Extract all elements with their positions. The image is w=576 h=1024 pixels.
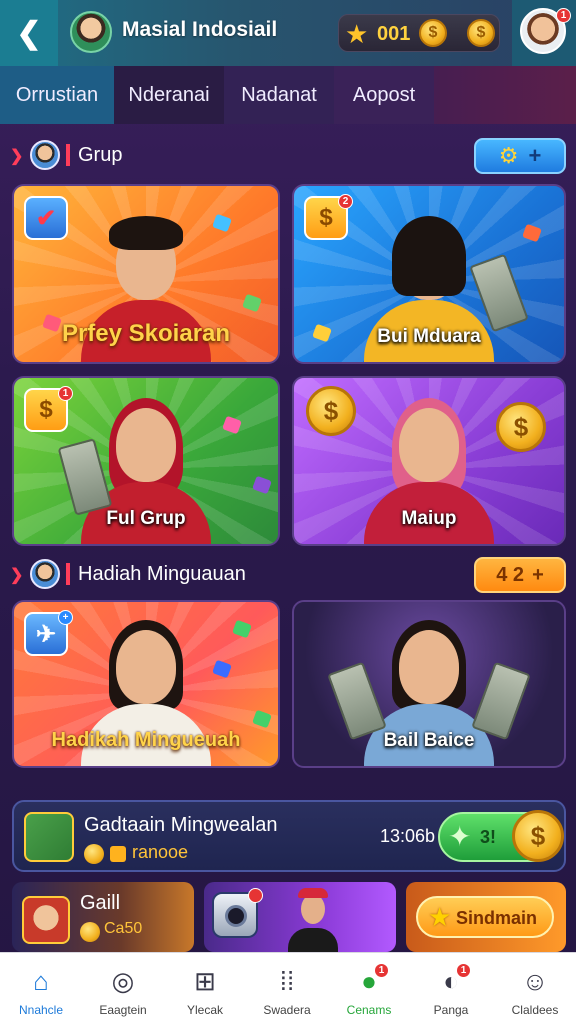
notification-badge: 1 (58, 386, 73, 401)
card-label: Hadikah Mingueuah (51, 729, 241, 751)
nav-item-games[interactable]: ◐ 1 Panga (410, 953, 492, 1024)
counter-value: 4 2 (496, 563, 525, 586)
card-label: Ful Grup (106, 508, 186, 529)
coin-icon: $ (419, 19, 447, 47)
section-title: Hadiah Minguauan (78, 563, 246, 585)
coin-icon: $ (306, 386, 356, 436)
chevron-left-icon: ❮ (16, 16, 42, 50)
tab-nadanat[interactable]: Nadanat (224, 66, 334, 124)
gear-icon: ⚙ (498, 143, 519, 168)
coin-icon (80, 922, 100, 942)
section-header-hadiah: ❯ Hadiah Minguauan 4 2 + (0, 553, 576, 597)
settings-add-button[interactable]: ⚙ + (474, 138, 566, 174)
nav-label: Swadera (263, 1003, 311, 1017)
weekly-subtitle: ranooe (132, 842, 189, 862)
home-icon: ⌂ (33, 965, 49, 996)
group-card[interactable]: $ $ Maiup (292, 376, 566, 546)
weekly-thumbnail (24, 812, 74, 862)
gail-subtitle: Ca50 (104, 920, 143, 937)
tab-aopost[interactable]: Aopost (334, 66, 434, 124)
grid-icon: ⁞⁞ (279, 965, 295, 996)
location-icon: ◎ (111, 965, 135, 996)
person-image (288, 888, 338, 952)
section-title: Grup (78, 144, 123, 166)
card-label: Prfey Skoiaran (61, 320, 231, 347)
promo-button[interactable]: ★ Sindmain (416, 896, 554, 938)
reward-card[interactable]: Bail Baice (292, 600, 566, 768)
promo-button-label: Sindmain (456, 908, 538, 928)
gift-icon (110, 846, 126, 862)
claim-button-label: 3! (480, 827, 497, 847)
avatar (22, 896, 70, 944)
notification-badge: 1 (374, 963, 389, 978)
bottom-navigation: ⌂ Nnahcle ◎ Eaagtein ⊞ Ylecak ⁞⁞ Swadera… (0, 952, 576, 1024)
coin-icon: $ (512, 810, 564, 862)
star-icon: ★ (345, 19, 369, 49)
counter-button[interactable]: 4 2 + (474, 557, 566, 593)
section-accent-bar (66, 144, 70, 166)
plus-icon: + (528, 143, 542, 168)
plus-icon: + (532, 563, 544, 586)
group-card[interactable]: $ 1 Ful Grup (12, 376, 280, 546)
user-icon: ☺ (521, 965, 549, 996)
nav-label: Claldees (511, 1003, 559, 1017)
nav-label: Ylecak (186, 1003, 224, 1017)
group-card[interactable]: $ 2 Bui Mduara (292, 184, 566, 364)
card-label: Bail Baice (383, 730, 475, 751)
chevron-right-icon: ❯ (10, 148, 24, 165)
page-title: Masial Indosiail (122, 18, 278, 41)
section-accent-bar (66, 563, 70, 585)
weekly-title: Gadtaain Mingwealan (84, 814, 278, 836)
gail-title: Gaill (80, 892, 121, 914)
nav-label: Cenams (346, 1003, 392, 1017)
nav-label: Nnahcle (18, 1003, 64, 1017)
card-label: Maiup (401, 508, 457, 529)
avatar (30, 559, 60, 589)
nav-item-chat[interactable]: ● 1 Cenams (328, 953, 410, 1024)
group-avatar[interactable] (70, 11, 112, 53)
notification-badge: 2 (338, 194, 353, 209)
back-button[interactable]: ❮ (0, 0, 58, 66)
notification-badge: 1 (556, 8, 571, 23)
tab-orrustian[interactable]: Orrustian (0, 66, 114, 124)
profile-button[interactable]: 1 (512, 0, 576, 66)
media-card[interactable] (204, 882, 396, 952)
nav-item-apps[interactable]: ⁞⁞ Swadera (246, 953, 328, 1024)
notification-badge: 1 (456, 963, 471, 978)
coin-icon: $ (467, 19, 495, 47)
weekly-time: 13:06b (380, 826, 436, 846)
avatar (30, 140, 60, 170)
coin-balance[interactable]: ★ 001 $ $ (338, 14, 500, 52)
add-icon: ⊞ (194, 965, 216, 996)
chevron-right-icon: ❯ (10, 567, 24, 584)
nav-item-home[interactable]: ⌂ Nnahcle (0, 953, 82, 1024)
notification-badge (248, 888, 263, 903)
nav-item-profile[interactable]: ☺ Claldees (494, 953, 576, 1024)
star-icon: ★ (428, 902, 452, 932)
top-bar: ❮ Masial Indosiail ★ 001 $ $ 1 (0, 0, 576, 66)
weekly-reward-bar[interactable]: Gadtaain Mingwealan ranooe 13:06b ✦ 3! $ (12, 800, 566, 872)
tab-nderanai[interactable]: Nderanai (114, 66, 224, 124)
coin-count: 001 (377, 23, 411, 45)
tab-bar: Orrustian Nderanai Nadanat Aopost (0, 66, 576, 124)
nav-item-create[interactable]: ⊞ Ylecak (164, 953, 246, 1024)
reward-card[interactable]: ✈ + Hadikah Mingueuah (12, 600, 280, 768)
sparkle-icon: ✦ (448, 821, 472, 852)
nav-item-explore[interactable]: ◎ Eaagtein (82, 953, 164, 1024)
nav-label: Panga (433, 1003, 469, 1017)
section-header-grup: ❯ Grup ⚙ + (0, 134, 576, 178)
plus-badge: + (58, 610, 73, 625)
promo-card[interactable]: ★ Sindmain (406, 882, 566, 952)
checklist-icon: ✔ (24, 196, 68, 240)
claim-button[interactable]: ✦ 3! $ (438, 810, 564, 862)
card-label: Bui Mduara (377, 326, 481, 347)
gail-card[interactable]: Gaill Ca50 (12, 882, 194, 952)
group-card[interactable]: ✔ Prfey Skoiaran (12, 184, 280, 364)
coin-icon (84, 844, 104, 864)
nav-label: Eaagtein (99, 1003, 147, 1017)
